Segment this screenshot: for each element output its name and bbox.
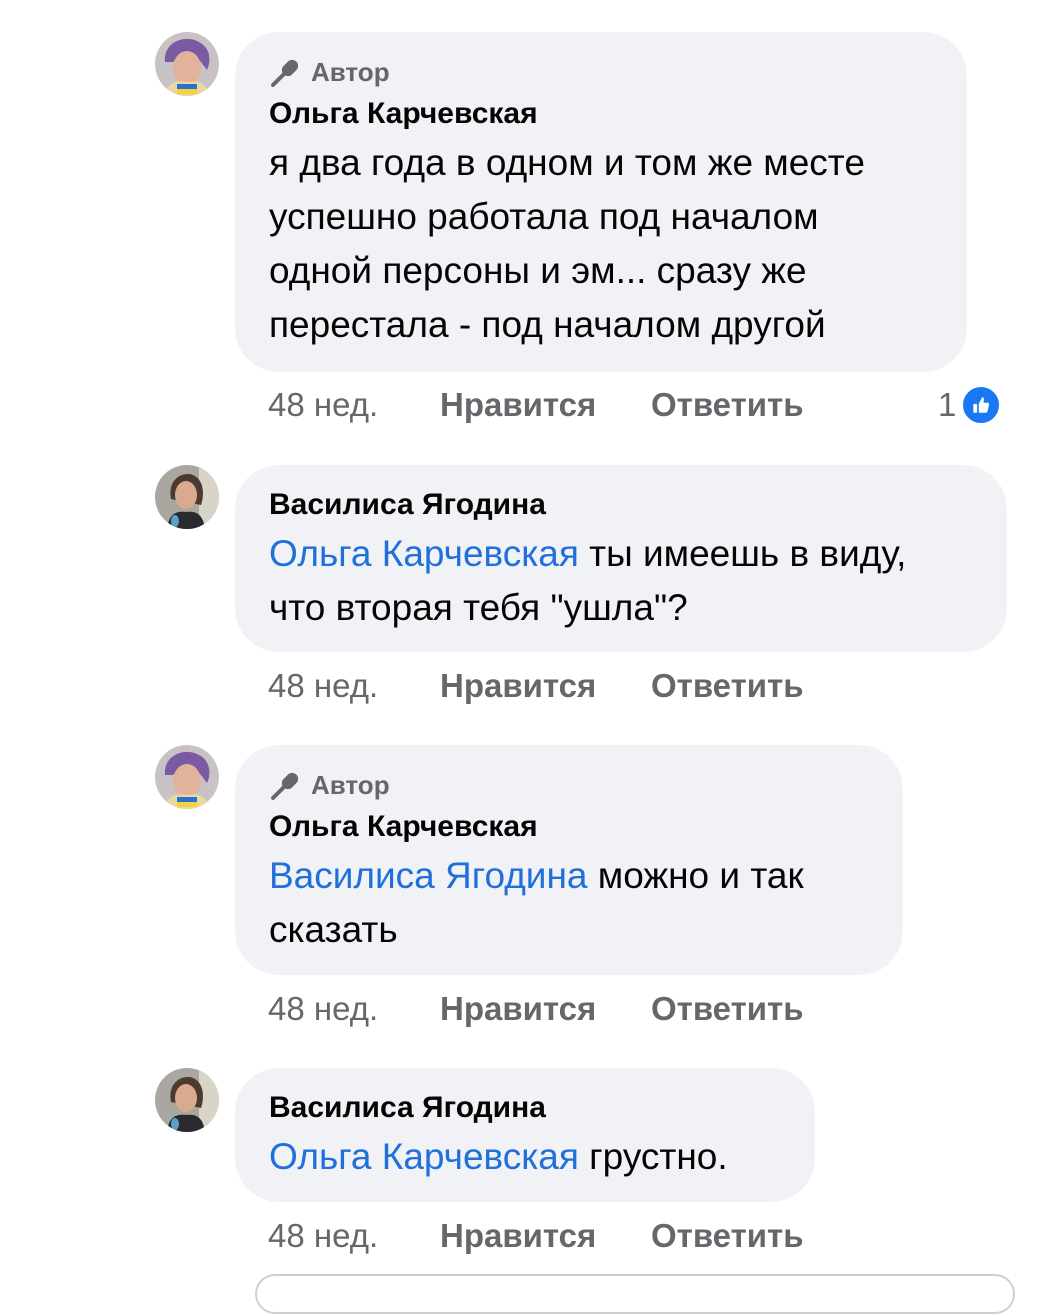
reaction-count: 1 <box>938 386 957 423</box>
comment-bubble: Василиса Ягодина Ольга Карчевская грустн… <box>235 1068 815 1202</box>
comment-actions: 48 нед. Нравится Ответить <box>268 664 804 708</box>
avatar[interactable] <box>155 745 219 809</box>
comment-bubble: Автор Ольга Карчевская Василиса Ягодина … <box>235 745 903 975</box>
microphone-icon <box>271 59 299 87</box>
reply-button[interactable]: Ответить <box>651 1217 804 1255</box>
comment-text-line: Ольга Карчевская ты имеешь в виду, <box>269 527 973 581</box>
comment-text-fragment: грустно. <box>578 1136 728 1177</box>
comment-text-line: одной персоны и эм... сразу же <box>269 250 807 291</box>
comment-text: я два года в одном и том же месте успешн… <box>269 136 933 352</box>
comment-text-line: успешно работала под началом <box>269 196 819 237</box>
author-badge-label: Автор <box>311 769 390 800</box>
comment-text: Василиса Ягодина можно и так сказать <box>269 849 869 957</box>
avatar-olga-image <box>155 32 219 96</box>
comment-author-name[interactable]: Василиса Ягодина <box>269 1086 781 1130</box>
reply-button[interactable]: Ответить <box>651 990 804 1028</box>
comment-text: Ольга Карчевская грустно. <box>269 1130 781 1184</box>
comment-text-line: сказать <box>269 909 398 950</box>
mention-link[interactable]: Ольга Карчевская <box>269 533 579 574</box>
comment-author-name[interactable]: Василиса Ягодина <box>269 483 973 527</box>
comment-text-line: перестала - под началом другой <box>269 304 826 345</box>
comment-actions: 48 нед. Нравится Ответить <box>268 1214 804 1258</box>
comment-timestamp[interactable]: 48 нед. <box>268 1217 440 1255</box>
comment-text-line: я два года в одном и том же месте <box>269 142 865 183</box>
comment-actions: 48 нед. Нравится Ответить <box>268 987 804 1031</box>
comment-bubble: Василиса Ягодина Ольга Карчевская ты име… <box>235 465 1007 652</box>
thumbs-up-icon <box>960 384 1003 426</box>
like-button[interactable]: Нравится <box>440 1217 651 1255</box>
avatar[interactable] <box>155 465 219 529</box>
microphone-icon <box>271 772 299 800</box>
comment-composer-edge[interactable] <box>255 1274 1015 1314</box>
comment-text-fragment: можно и так <box>587 855 804 896</box>
avatar-vasilisa-image <box>155 1068 219 1132</box>
avatar-olga-image <box>155 745 219 809</box>
author-badge: Автор <box>269 52 933 92</box>
comment-author-name[interactable]: Ольга Карчевская <box>269 805 869 849</box>
mention-link[interactable]: Василиса Ягодина <box>269 855 587 896</box>
comment-bubble: Автор Ольга Карчевская я два года в одно… <box>235 32 967 372</box>
comment-timestamp[interactable]: 48 нед. <box>268 386 440 424</box>
reply-button[interactable]: Ответить <box>651 667 804 705</box>
comment-author-name[interactable]: Ольга Карчевская <box>269 92 933 136</box>
comment-text: Ольга Карчевская ты имеешь в виду, что в… <box>269 527 973 635</box>
like-button[interactable]: Нравится <box>440 386 651 424</box>
author-badge: Автор <box>269 765 869 805</box>
comment-timestamp[interactable]: 48 нед. <box>268 667 440 705</box>
author-badge-label: Автор <box>311 56 390 87</box>
comment-actions: 48 нед. Нравится Ответить <box>268 383 804 427</box>
like-button[interactable]: Нравится <box>440 667 651 705</box>
avatar[interactable] <box>155 32 219 96</box>
comment-text-line: Василиса Ягодина можно и так <box>269 849 869 903</box>
reply-button[interactable]: Ответить <box>651 386 804 424</box>
mention-link[interactable]: Ольга Карчевская <box>269 1136 579 1177</box>
reaction-summary[interactable]: 1 <box>938 383 1003 427</box>
avatar[interactable] <box>155 1068 219 1132</box>
like-button[interactable]: Нравится <box>440 990 651 1028</box>
comment-text-fragment: ты имеешь в виду, <box>578 533 907 574</box>
avatar-vasilisa-image <box>155 465 219 529</box>
comment-timestamp[interactable]: 48 нед. <box>268 990 440 1028</box>
comment-text-line: Ольга Карчевская грустно. <box>269 1130 781 1184</box>
comment-text-line: что вторая тебя "ушла"? <box>269 587 688 628</box>
